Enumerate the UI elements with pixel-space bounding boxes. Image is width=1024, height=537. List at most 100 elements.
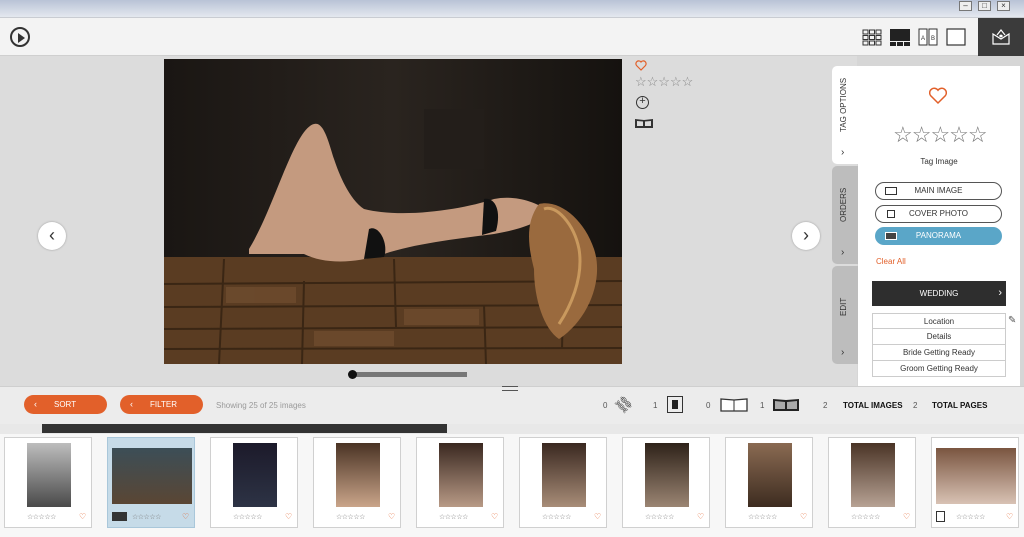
spread-icon (885, 187, 897, 195)
subcategory-item[interactable]: Details (872, 329, 1006, 345)
next-image-button[interactable]: › (792, 222, 820, 250)
image-progress-knob[interactable] (348, 370, 357, 379)
single-page-icon[interactable] (667, 396, 683, 413)
thumbnail-stars[interactable]: ☆☆☆☆☆ (851, 513, 880, 521)
thumbnail-card[interactable]: ☆☆☆☆☆ ♡ (416, 437, 504, 528)
thumbnail-card[interactable]: ☆☆☆☆☆ ♡ (828, 437, 916, 528)
thumbnail-card[interactable]: ☆☆☆☆☆ ♡ (210, 437, 298, 528)
thumbnail-heart-icon[interactable]: ♡ (79, 512, 86, 521)
thumbnail-heart-icon[interactable]: ♡ (800, 512, 807, 521)
thumbnail-stars[interactable]: ☆☆☆☆☆ (336, 513, 365, 521)
panel-tabs: TAG OPTIONS › ORDERS › EDIT › (832, 66, 858, 386)
full-spread-icon[interactable] (772, 396, 800, 413)
tag-heart-icon[interactable] (928, 87, 948, 105)
thumbnail-heart-icon[interactable]: ♡ (285, 512, 292, 521)
thumbnail-stars[interactable]: ☆☆☆☆☆ (748, 513, 777, 521)
panorama-label: PANORAMA (915, 231, 962, 240)
add-to-album-icon[interactable]: + (636, 96, 649, 109)
clear-all-link[interactable]: Clear All (876, 257, 906, 266)
cover-icon (887, 210, 895, 218)
thumbnail-card[interactable]: ☆☆☆☆☆ ♡ (313, 437, 401, 528)
subcategory-item[interactable]: Location (872, 313, 1006, 329)
thumbnail-image (645, 443, 689, 507)
filter-label: FILTER (150, 400, 177, 409)
thumbnail-heart-icon[interactable]: ♡ (1006, 512, 1013, 521)
minimize-icon[interactable]: – (959, 1, 972, 11)
thumbnail-card[interactable]: ☆☆☆☆☆ ♡ (725, 437, 813, 528)
main-image-label: MAIN IMAGE (914, 186, 963, 195)
maximize-icon[interactable]: □ (978, 1, 991, 11)
thumbnail-heart-icon[interactable]: ♡ (697, 512, 704, 521)
thumbnail-stars[interactable]: ☆☆☆☆☆ (132, 513, 161, 521)
thumbnail-card[interactable]: ☆☆☆☆☆ ♡ (4, 437, 92, 528)
thumbnail-image (27, 443, 71, 507)
spread-book-icon[interactable] (634, 117, 654, 129)
thumbnail-stars[interactable]: ☆☆☆☆☆ (439, 513, 468, 521)
panorama-button[interactable]: PANORAMA (875, 227, 1002, 245)
tab-label: EDIT (839, 297, 848, 316)
app-logo (978, 18, 1024, 56)
close-icon[interactable]: × (997, 1, 1010, 11)
thumbnail-card-selected[interactable]: ☆☆☆☆☆ ♡ (107, 437, 195, 528)
chevron-right-icon: › (841, 147, 845, 158)
category-wedding-button[interactable]: WEDDING › (872, 281, 1006, 306)
subcategory-item[interactable]: Bride Getting Ready (872, 345, 1006, 361)
cover-photo-button[interactable]: COVER PHOTO (875, 205, 1002, 223)
tag-image-label: Tag Image (920, 157, 958, 166)
total-images-label: TOTAL IMAGES (843, 401, 903, 410)
panorama-icon (885, 232, 897, 240)
tab-tag-options[interactable]: TAG OPTIONS › (832, 66, 858, 164)
tag-rating-stars[interactable]: ☆☆☆☆☆ (893, 122, 988, 148)
thumbnail-image (336, 443, 380, 507)
thumbnail-heart-icon[interactable]: ♡ (903, 512, 910, 521)
thumbnail-image (851, 443, 895, 507)
spread-full-count: 1 (760, 401, 765, 410)
thumbnail-heart-icon[interactable]: ♡ (388, 512, 395, 521)
thumbnail-stars[interactable]: ☆☆☆☆☆ (542, 513, 571, 521)
main-photo[interactable] (164, 59, 622, 364)
category-label: WEDDING (919, 289, 959, 298)
sort-button[interactable]: ‹ SORT (24, 395, 107, 414)
thumbnail-heart-icon[interactable]: ♡ (594, 512, 601, 521)
edit-pencil-icon[interactable]: ✎ (1008, 315, 1016, 326)
resize-handle[interactable] (502, 386, 518, 391)
filter-button[interactable]: ‹ FILTER (120, 395, 203, 414)
sort-label: SORT (54, 400, 77, 409)
thumbnail-heart-icon[interactable]: ♡ (491, 512, 498, 521)
svg-text:A: A (921, 36, 925, 42)
image-progress-track[interactable] (352, 372, 467, 377)
thumbnail-image (748, 443, 792, 507)
compare-view-icon[interactable]: A B (918, 26, 938, 48)
thumbnail-image (439, 443, 483, 507)
tab-orders[interactable]: ORDERS › (832, 166, 858, 264)
chevron-left-icon: ‹ (34, 399, 37, 409)
filmstrip-scrollbar[interactable] (42, 424, 447, 433)
thumbnail-card[interactable]: ☆☆☆☆☆ ♡ (519, 437, 607, 528)
showing-count: Showing 25 of 25 images (216, 401, 306, 410)
previous-image-button[interactable]: ‹ (38, 222, 66, 250)
play-slideshow-button[interactable] (10, 27, 30, 47)
window-titlebar: – □ × (0, 0, 1024, 18)
grid-view-icon[interactable] (862, 26, 882, 48)
thumbnail-card[interactable]: ☆☆☆☆☆ ♡ (622, 437, 710, 528)
single-view-icon[interactable] (946, 26, 966, 48)
chevron-right-icon: › (841, 247, 845, 258)
main-image-button[interactable]: MAIN IMAGE (875, 182, 1002, 200)
thumbnail-stars[interactable]: ☆☆☆☆☆ (645, 513, 674, 521)
tab-edit[interactable]: EDIT › (832, 266, 858, 364)
cover-photo-label: COVER PHOTO (909, 209, 968, 218)
total-pages-label: TOTAL PAGES (932, 401, 988, 410)
thumbnail-stars[interactable]: ☆☆☆☆☆ (956, 513, 985, 521)
svg-text:B: B (931, 36, 935, 42)
thumbnail-stars[interactable]: ☆☆☆☆☆ (233, 513, 262, 521)
thumbnail-stars[interactable]: ☆☆☆☆☆ (27, 513, 56, 521)
thumbnail-card[interactable]: ☆☆☆☆☆ ♡ (931, 437, 1019, 528)
preview-rating-stars[interactable]: ☆☆☆☆☆ (635, 74, 693, 90)
photo-image (164, 59, 622, 364)
open-spread-icon[interactable] (720, 396, 748, 413)
thumbnail-heart-icon[interactable]: ♡ (182, 512, 189, 521)
favorite-heart-icon[interactable] (635, 60, 647, 71)
thumbnail-image (112, 448, 192, 504)
subcategory-item[interactable]: Groom Getting Ready (872, 361, 1006, 377)
filmstrip-view-icon[interactable] (889, 26, 911, 48)
